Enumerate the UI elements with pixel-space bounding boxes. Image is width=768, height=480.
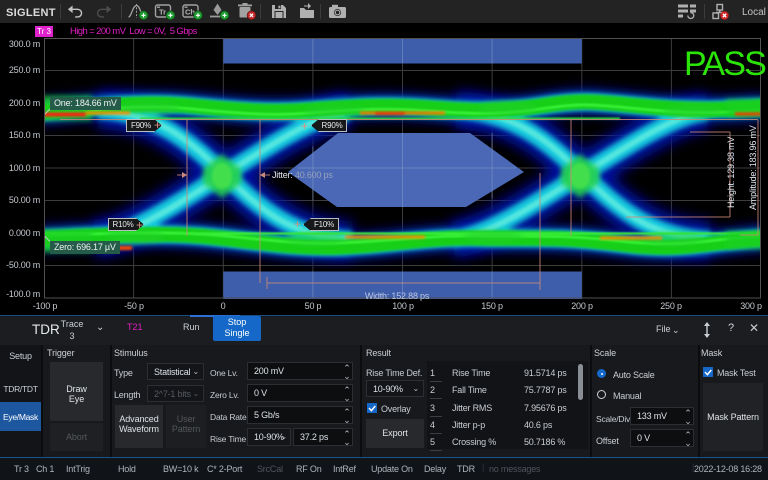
svg-text:Tr: Tr [159,8,166,17]
